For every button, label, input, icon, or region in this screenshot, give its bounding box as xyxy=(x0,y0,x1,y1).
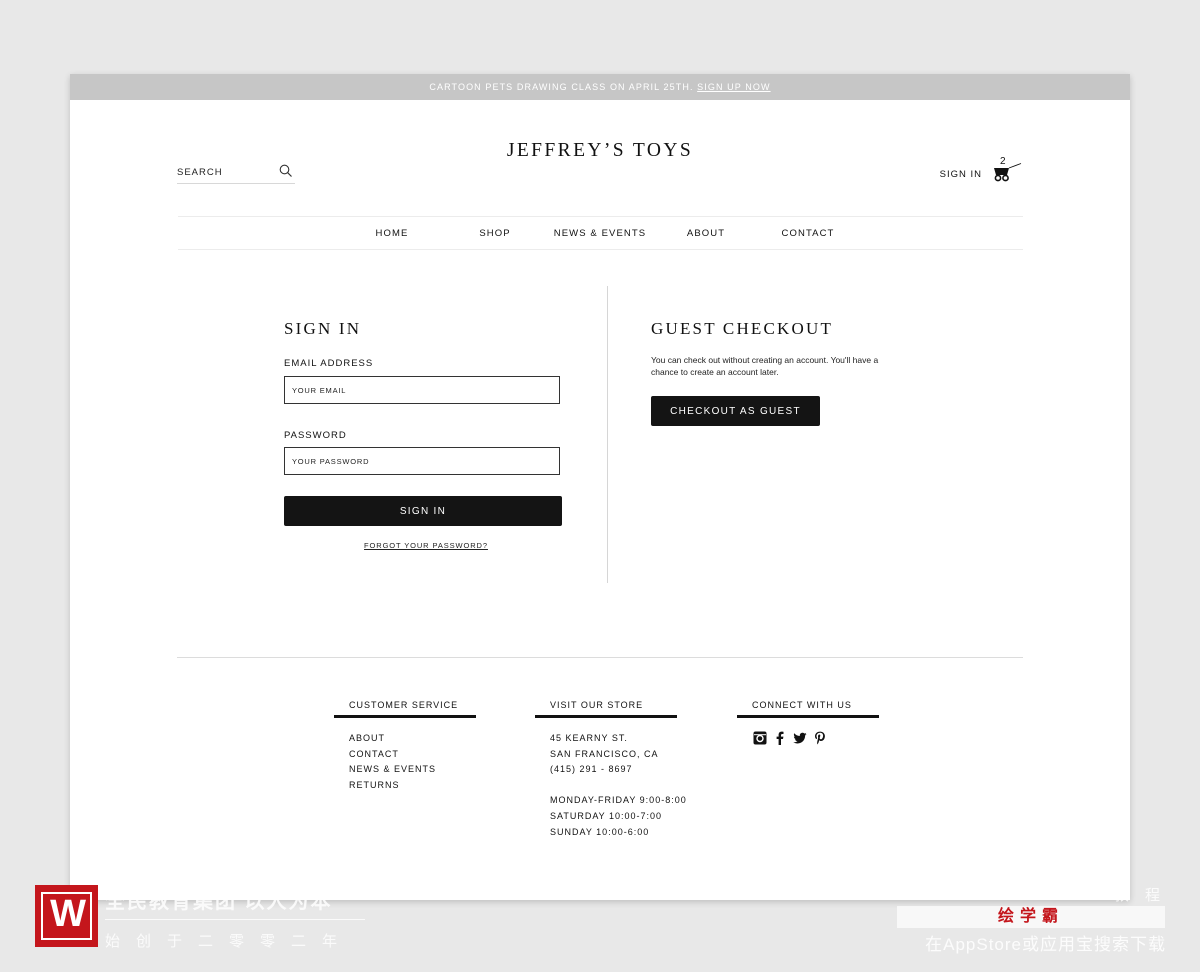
search-box xyxy=(177,160,295,184)
instagram-icon[interactable] xyxy=(753,731,767,745)
footer-title: VISIT OUR STORE xyxy=(535,700,677,718)
social-links xyxy=(737,731,879,745)
watermark-slogan: 全民教育集团 以人为本 xyxy=(105,891,333,913)
promo-text: CARTOON PETS DRAWING CLASS ON APRIL 25TH… xyxy=(429,82,694,92)
watermark-brand: 绘学霸 xyxy=(997,908,1064,925)
twitter-icon[interactable] xyxy=(793,731,807,745)
pinterest-icon[interactable] xyxy=(813,731,827,745)
search-input[interactable] xyxy=(177,165,273,179)
guest-title: GUEST CHECKOUT xyxy=(651,319,834,338)
watermark-rule xyxy=(105,919,365,920)
footer-link-returns[interactable]: RETURNS xyxy=(349,778,476,794)
site-logo[interactable]: JEFFREY’S TOYS xyxy=(177,140,1023,162)
footer-title: CUSTOMER SERVICE xyxy=(334,700,476,718)
email-field xyxy=(284,376,560,404)
password-label: PASSWORD xyxy=(284,430,347,441)
store-spacer xyxy=(550,778,677,794)
password-field xyxy=(284,447,560,475)
store-address-line: 45 KEARNY ST. xyxy=(550,733,628,743)
footer-link-about[interactable]: ABOUT xyxy=(349,731,476,747)
footer-link-contact[interactable]: CONTACT xyxy=(349,747,476,763)
watermark-logo-glyph: W xyxy=(50,893,86,935)
nav-contact[interactable]: CONTACT xyxy=(782,217,835,250)
promo-bar: CARTOON PETS DRAWING CLASS ON APRIL 25TH… xyxy=(70,74,1130,100)
email-label: EMAIL ADDRESS xyxy=(284,358,374,369)
watermark-tutorial: 教 程 xyxy=(1113,887,1166,904)
cart-button[interactable]: 2 xyxy=(993,154,1023,184)
watermark-founded: 始创于二零零二年 xyxy=(105,933,354,950)
signin-title: SIGN IN xyxy=(284,319,362,338)
footer-links: ABOUT CONTACT NEWS & EVENTS RETURNS xyxy=(334,731,476,793)
forgot-password-link[interactable]: FORGOT YOUR PASSWORD? xyxy=(284,541,568,550)
signin-button[interactable]: SIGN IN xyxy=(284,496,562,526)
footer-link-news-events[interactable]: NEWS & EVENTS xyxy=(349,762,476,778)
store-phone: (415) 291 - 8697 xyxy=(550,764,633,775)
watermark-logo: W xyxy=(35,885,98,947)
footer-divider xyxy=(177,657,1023,658)
column-divider xyxy=(607,286,608,583)
page-card: CARTOON PETS DRAWING CLASS ON APRIL 25TH… xyxy=(70,74,1130,900)
main-nav: HOME SHOP NEWS & EVENTS ABOUT CONTACT xyxy=(178,216,1023,250)
footer-customer-service: CUSTOMER SERVICE ABOUT CONTACT NEWS & EV… xyxy=(334,700,476,793)
wagon-cart-icon xyxy=(994,163,1022,182)
guest-description: You can check out without creating an ac… xyxy=(651,355,879,377)
nav-shop[interactable]: SHOP xyxy=(479,217,510,250)
store-info: 45 KEARNY ST. SAN FRANCISCO, CA (415) 29… xyxy=(535,731,687,840)
site-header: JEFFREY’S TOYS SIGN IN 2 xyxy=(177,100,1023,216)
facebook-icon[interactable] xyxy=(773,731,787,745)
promo-signup-link[interactable]: SIGN UP NOW xyxy=(697,82,770,92)
email-input[interactable] xyxy=(285,377,559,403)
store-hours-line: SATURDAY 10:00-7:00 xyxy=(550,810,663,821)
header-signin-link[interactable]: SIGN IN xyxy=(940,169,982,180)
nav-news-events[interactable]: NEWS & EVENTS xyxy=(554,217,646,250)
footer-store: VISIT OUR STORE 45 KEARNY ST. SAN FRANCI… xyxy=(535,700,687,840)
checkout-guest-button[interactable]: CHECKOUT AS GUEST xyxy=(651,396,820,426)
password-input[interactable] xyxy=(285,448,559,474)
footer-connect: CONNECT WITH US xyxy=(737,700,879,745)
store-hours-line: SUNDAY 10:00-6:00 xyxy=(550,826,650,837)
search-icon[interactable] xyxy=(279,164,293,178)
store-hours-line: MONDAY-FRIDAY 9:00-8:00 xyxy=(550,795,687,806)
watermark-brand-band: 绘学霸 xyxy=(897,906,1165,928)
watermark-download: 在AppStore或应用宝搜索下载 xyxy=(925,935,1166,954)
nav-home[interactable]: HOME xyxy=(376,217,409,250)
nav-about[interactable]: ABOUT xyxy=(687,217,725,250)
footer-title: CONNECT WITH US xyxy=(737,700,879,718)
store-address-line: SAN FRANCISCO, CA xyxy=(550,748,659,759)
